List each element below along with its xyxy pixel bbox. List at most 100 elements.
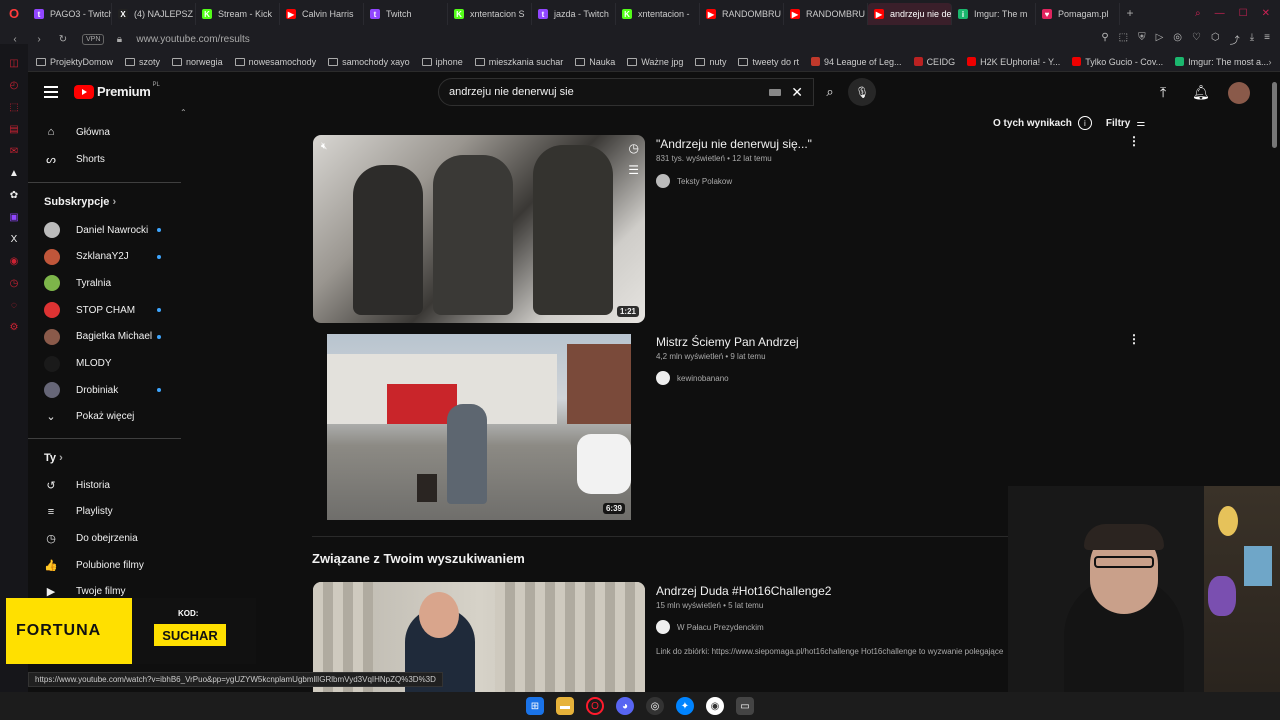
video-title[interactable]: Andrzej Duda #Hot16Challenge2 bbox=[656, 584, 831, 598]
pin-icon[interactable]: ⚲ bbox=[1101, 32, 1108, 47]
sidebar-item[interactable]: ᔕ Shorts bbox=[44, 152, 105, 166]
opera-logo-icon[interactable]: O bbox=[0, 0, 28, 26]
browser-tab[interactable]: i Imgur: The m bbox=[952, 3, 1036, 25]
menu-icon[interactable]: ≡ bbox=[1264, 32, 1270, 47]
share-icon[interactable]: ⤴ bbox=[1230, 32, 1240, 47]
bookmark-item[interactable]: mieszkania suchar bbox=[474, 57, 563, 67]
download-icon[interactable]: ⤓ bbox=[1250, 32, 1254, 47]
video-thumbnail[interactable]: 🔇︎ ◷ ☰ 1:21 bbox=[313, 135, 645, 323]
extensions-icon[interactable]: ⬡ bbox=[1211, 32, 1220, 47]
more-actions-icon[interactable]: ⋮ bbox=[1128, 134, 1140, 148]
bookmark-item[interactable]: samochody xayo bbox=[328, 57, 410, 67]
chrome-icon[interactable]: ◉ bbox=[706, 697, 724, 715]
bookmark-item[interactable]: 94 League of Leg... bbox=[810, 57, 902, 67]
bookmark-item[interactable]: Imgur: The most a... bbox=[1175, 57, 1269, 67]
watch-later-icon[interactable]: ◷ bbox=[629, 141, 639, 155]
messenger-icon[interactable]: ✦ bbox=[676, 697, 694, 715]
sidebar-item[interactable]: 👍 Polubione filmy bbox=[44, 558, 144, 572]
search-box[interactable]: andrzeju nie denerwuj sie ✕ bbox=[438, 78, 814, 106]
filters-button[interactable]: Filtry bbox=[1106, 118, 1130, 129]
browser-tab[interactable]: ▶ andrzeju nie denerwuj si bbox=[868, 3, 952, 25]
discord-icon[interactable]: ◕ bbox=[616, 697, 634, 715]
sidebar-item[interactable]: SzklanaY2J bbox=[44, 248, 161, 265]
sidebar-item[interactable]: ≡ Playlisty bbox=[44, 505, 113, 519]
youtube-logo[interactable]: Premium PL bbox=[74, 82, 160, 99]
vpn-badge[interactable]: VPN bbox=[82, 33, 105, 45]
heart-icon[interactable]: ♡ bbox=[1192, 32, 1201, 47]
bookmark-item[interactable]: Ważne jpg bbox=[627, 57, 683, 67]
search-input[interactable]: andrzeju nie denerwuj sie bbox=[449, 86, 574, 98]
sidebar-item[interactable]: ◷ Do obejrzenia bbox=[44, 531, 138, 545]
chatgpt-icon[interactable]: ✿ bbox=[0, 184, 28, 206]
bookmarks-overflow-icon[interactable]: › bbox=[1269, 57, 1280, 67]
sidebar-item[interactable]: ▶ Twoje filmy bbox=[44, 585, 126, 599]
you-heading[interactable]: Ty › bbox=[44, 452, 63, 464]
upload-icon[interactable]: ⤒ bbox=[1160, 84, 1166, 101]
keyboard-icon[interactable] bbox=[769, 88, 782, 96]
browser-tab[interactable]: t Twitch bbox=[364, 3, 448, 25]
minimize-icon[interactable]: — bbox=[1215, 8, 1225, 19]
browser-tab[interactable]: t jazda - Twitch bbox=[532, 3, 616, 25]
camera-icon[interactable]: ◎ bbox=[1173, 32, 1182, 47]
mail-icon[interactable]: ✉ bbox=[0, 140, 28, 162]
bookmark-item[interactable]: ProjektyDomow bbox=[36, 57, 113, 67]
sidebar-item[interactable]: MLODY bbox=[44, 355, 112, 372]
news-icon[interactable]: ▤ bbox=[0, 118, 28, 140]
sidebar-item[interactable]: STOP CHAM bbox=[44, 302, 161, 319]
file-explorer-icon[interactable]: ▬ bbox=[556, 697, 574, 715]
more-actions-icon[interactable]: ⋮ bbox=[1128, 332, 1140, 346]
x-icon[interactable]: X bbox=[0, 228, 28, 250]
video-thumbnail[interactable]: 6:39 bbox=[327, 334, 631, 520]
close-window-icon[interactable]: ✕ bbox=[1262, 8, 1270, 19]
sidebar-item[interactable]: ↺ Historia bbox=[44, 478, 110, 492]
notifications-bell-icon[interactable]: 🔔︎ bbox=[1192, 84, 1210, 101]
settings-icon[interactable]: ⚙ bbox=[0, 316, 28, 338]
bookmark-item[interactable]: Tylko Gucio - Cov... bbox=[1072, 57, 1163, 67]
hamburger-menu-icon[interactable] bbox=[44, 86, 58, 98]
video-title[interactable]: "Andrzeju nie denerwuj się..." bbox=[656, 137, 812, 151]
browser-tab[interactable]: Kxntentacion S bbox=[448, 3, 532, 25]
aria-icon[interactable]: ▲ bbox=[0, 162, 28, 184]
clock-icon[interactable]: ◷ bbox=[0, 272, 28, 294]
forward-icon[interactable]: › bbox=[30, 34, 48, 45]
browser-tab[interactable]: ▶ Calvin Harris bbox=[280, 3, 364, 25]
info-icon[interactable]: i bbox=[1077, 116, 1092, 130]
sidebar-item[interactable]: Bagietka Michael bbox=[44, 328, 161, 345]
terminal-icon[interactable]: ▭ bbox=[736, 697, 754, 715]
screenshot-icon[interactable]: ⬚ bbox=[1119, 32, 1128, 47]
sidebar-item[interactable]: ⌂ Główna bbox=[44, 125, 110, 139]
sidebar-item[interactable]: Drobiniak bbox=[44, 382, 161, 399]
subscriptions-heading[interactable]: Subskrypcje › bbox=[44, 196, 116, 208]
channel-link[interactable]: W Pałacu Prezydenckim bbox=[656, 620, 764, 634]
browser-tab[interactable]: t PAGO3 - Twitch bbox=[28, 3, 112, 25]
bookmark-item[interactable]: norwegia bbox=[172, 57, 223, 67]
about-results-button[interactable]: O tych wynikach bbox=[993, 118, 1072, 129]
channel-link[interactable]: Teksty Polakow bbox=[656, 174, 732, 188]
browser-tab[interactable]: ▶ RANDOMBRU bbox=[700, 3, 784, 25]
page-scrollbar[interactable] bbox=[1272, 82, 1277, 148]
bookmark-item[interactable]: nowesamochody bbox=[234, 57, 316, 67]
bookmark-item[interactable]: Nauka bbox=[575, 57, 615, 67]
back-icon[interactable]: ‹ bbox=[6, 34, 24, 45]
video-title[interactable]: Mistrz Ściemy Pan Andrzej bbox=[656, 335, 799, 349]
bag-icon[interactable]: ⬚ bbox=[0, 96, 28, 118]
bookmark-item[interactable]: nuty bbox=[695, 57, 726, 67]
show-more-button[interactable]: ⌄ Pokaż więcej bbox=[44, 409, 134, 423]
history-sidebar-icon[interactable]: ◴ bbox=[0, 74, 28, 96]
filters-icon[interactable]: ⚌ bbox=[1136, 118, 1145, 129]
chat-icon[interactable]: ◌ bbox=[0, 294, 28, 316]
speed-dial-icon[interactable]: ◫ bbox=[0, 52, 28, 74]
bookmark-item[interactable]: H2K EUphoria! - Y... bbox=[967, 57, 1060, 67]
maximize-icon[interactable]: ☐ bbox=[1239, 8, 1248, 19]
clear-search-icon[interactable]: ✕ bbox=[791, 84, 803, 101]
bookmark-item[interactable]: CEIDG bbox=[913, 57, 955, 67]
reload-icon[interactable]: ↻ bbox=[54, 34, 72, 45]
mute-icon[interactable]: 🔇︎ bbox=[321, 141, 327, 152]
opera-taskbar-icon[interactable]: O bbox=[586, 697, 604, 715]
bookmark-item[interactable]: iphone bbox=[421, 57, 463, 67]
bookmark-item[interactable]: tweety do rt bbox=[738, 57, 799, 67]
sidebar-item[interactable]: Daniel Nawrocki bbox=[44, 222, 161, 238]
play-icon[interactable]: ▷ bbox=[1156, 32, 1164, 47]
shield-icon[interactable]: ⛨ bbox=[1138, 32, 1146, 47]
bookmark-item[interactable]: szoty bbox=[125, 57, 160, 67]
